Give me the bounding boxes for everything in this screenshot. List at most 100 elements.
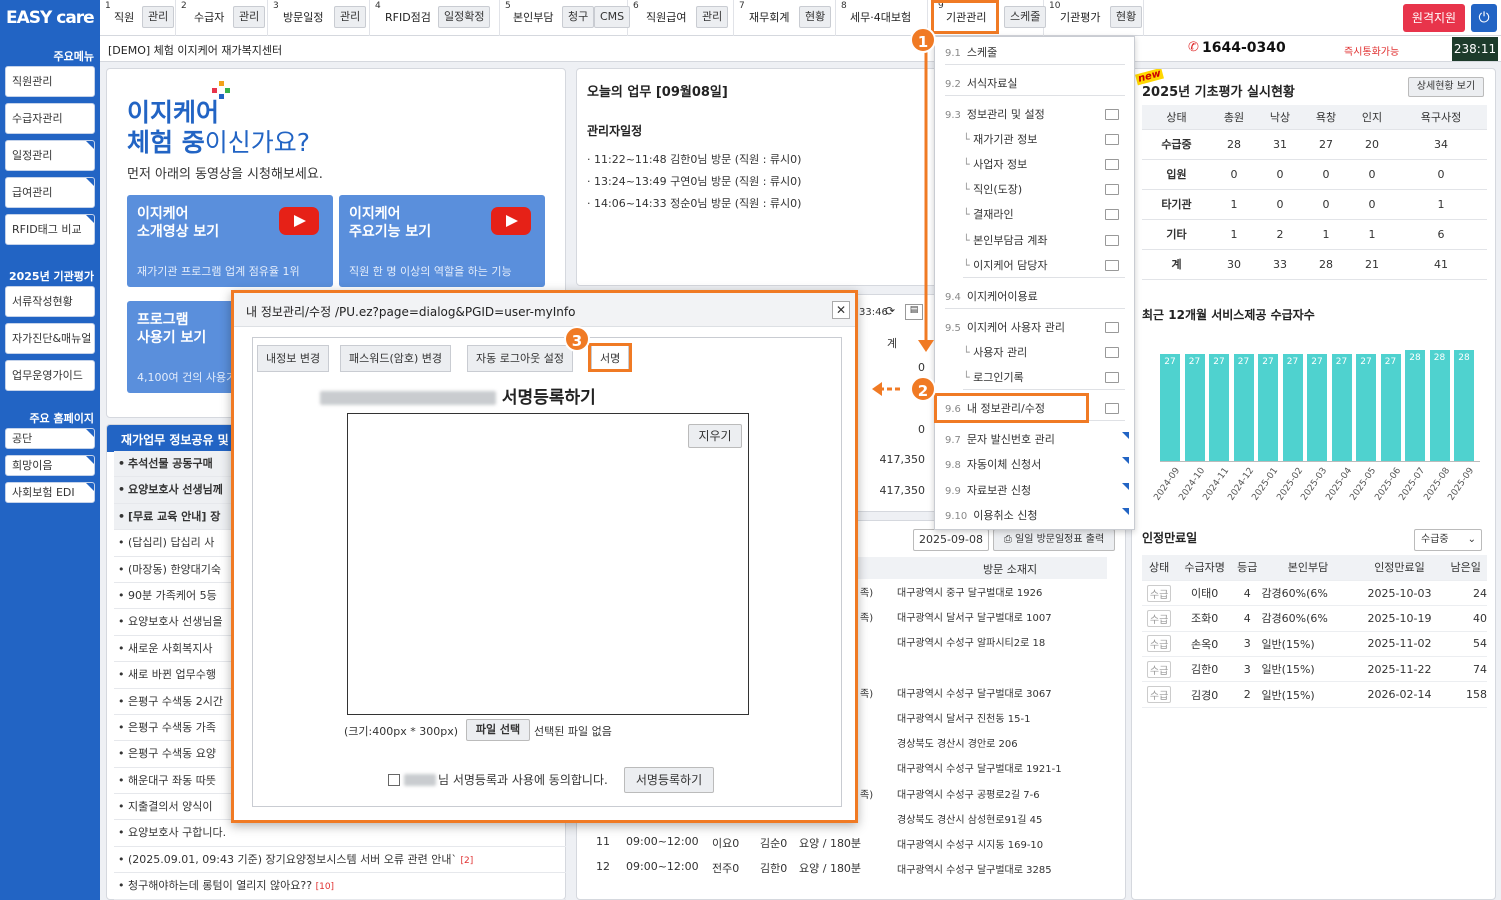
sidebar-link-hope[interactable]: 희망이음 (5, 455, 95, 476)
cert-filter-select[interactable]: 수급중 ⌄ (1414, 529, 1482, 551)
cert-row[interactable]: 수급 김경0 2 일반(15%) 2026-02-14 158 (1142, 681, 1487, 708)
dropdown-item[interactable]: └ 로그인기록 (963, 366, 1125, 390)
menu-btn-cms[interactable]: CMS (594, 6, 631, 28)
dropdown-item[interactable]: └ 이지케어 담당자 (963, 254, 1125, 278)
window-icon[interactable] (1105, 235, 1119, 246)
eval-detail-button[interactable]: 상세현황 보기 (1408, 77, 1484, 97)
window-icon[interactable] (1105, 159, 1119, 170)
cert-row[interactable]: 수급 조화0 4 감경60%(6% 2025-10-19 40 (1142, 605, 1487, 632)
menu-label[interactable]: 재무회계 (749, 9, 789, 25)
dropdown-item[interactable]: 9.3 정보관리 및 설정 (945, 103, 1125, 127)
menu-btn-accounting[interactable]: 현황 (799, 6, 832, 28)
menu-label[interactable]: 방문일정 (283, 9, 323, 25)
menu-label[interactable]: 기관평가 (1060, 9, 1100, 25)
sidebar-link-edi[interactable]: 사회보험 EDI (5, 482, 95, 503)
print-icon[interactable]: ▤ (905, 304, 923, 320)
size-note: (크기:400px * 300px) (344, 725, 458, 738)
cert-row[interactable]: 수급 이태0 4 감경60%(6% 2025-10-03 24 (1142, 580, 1487, 607)
menu-btn-client-manage[interactable]: 관리 (233, 6, 266, 28)
sidebar-item-schedule[interactable]: 일정관리 (5, 140, 95, 171)
menu-label[interactable]: 본인부담 (513, 9, 553, 25)
agree-checkbox[interactable] (388, 774, 400, 786)
youtube-play-icon[interactable] (279, 207, 319, 235)
dropdown-item[interactable]: 9.10 이용취소 신청 (945, 504, 1129, 528)
menu-label[interactable]: 수급자 (194, 9, 224, 25)
schedule-row[interactable]: 12 09:00~12:00 전주0 김한0 요양 / 180분 (588, 855, 1110, 880)
sidebar-link-nhis[interactable]: 공단 (5, 428, 95, 449)
sidebar-item-rfid[interactable]: RFID태그 비교 (5, 214, 95, 245)
dropdown-item[interactable]: 9.2 서식자료실 (945, 72, 1125, 96)
cert-header: 상태 (1142, 555, 1177, 581)
dropdown-item[interactable]: 9.7 문자 발신번호 관리 (945, 428, 1129, 452)
window-icon[interactable] (1105, 322, 1119, 333)
sidebar-item-payroll[interactable]: 급여관리 (5, 177, 95, 208)
remote-support-button[interactable]: 원격지원 (1403, 4, 1465, 32)
sidebar-main-title: 주요메뉴 (53, 50, 94, 63)
dropdown-item[interactable]: └ 재가기관 정보 (963, 128, 1125, 152)
sidebar-item-guide[interactable]: 업무운영가이드 (5, 360, 95, 391)
window-icon[interactable] (1105, 372, 1119, 383)
clear-button[interactable]: 지우기 (688, 424, 742, 448)
corner-marker-icon (1122, 508, 1129, 515)
window-icon[interactable] (1105, 347, 1119, 358)
admin-item[interactable]: · 13:24~13:49 구연0님 방문 (직원 : 류시0) (587, 171, 801, 193)
menu-label[interactable]: 직원 (114, 9, 134, 25)
menu-label[interactable]: RFID점검 (385, 9, 431, 25)
window-icon[interactable] (1105, 134, 1119, 145)
menu-btn-schedule[interactable]: 스케줄 (1004, 6, 1047, 28)
signature-canvas[interactable]: 지우기 (347, 413, 749, 715)
close-icon[interactable]: ✕ (832, 301, 850, 319)
menu-btn-eval[interactable]: 현황 (1110, 6, 1143, 28)
notice-item[interactable]: 요양보호사 구합니다. (114, 820, 566, 847)
promo-card-intro[interactable]: 이지케어 소개영상 보기 재가기관 프로그램 업계 점유율 1위 (127, 195, 333, 287)
dropdown-item[interactable]: └ 결재라인 (963, 203, 1125, 227)
refresh-icon[interactable]: ⟳ (885, 304, 895, 318)
relation-suffix: 족) (860, 688, 874, 700)
schedule-row[interactable]: 11 09:00~12:00 이요0 김순0 요양 / 180분 (588, 830, 1110, 855)
callout-3: 3 (564, 326, 590, 352)
window-icon[interactable] (1105, 209, 1119, 220)
sidebar-item-docs[interactable]: 서류작성현황 (5, 286, 95, 317)
tab-auto-logout[interactable]: 자동 로그아웃 설정 (467, 345, 573, 372)
dropdown-item[interactable]: 9.8 자동이체 신청서 (945, 453, 1129, 477)
sidebar-item-selfcheck[interactable]: 자가진단&매뉴얼 (5, 323, 95, 354)
dropdown-item[interactable]: └ 사용자 관리 (963, 341, 1125, 365)
promo-card-features[interactable]: 이지케어 주요기능 보기 직원 한 명 이상의 역할을 하는 기능 (339, 195, 545, 287)
sidebar-item-staff[interactable]: 직원관리 (5, 66, 95, 97)
admin-item[interactable]: · 11:22~11:48 김한0님 방문 (직원 : 류시0) (587, 149, 801, 171)
window-icon[interactable] (1105, 109, 1119, 120)
power-icon[interactable]: ⏻ (1471, 4, 1497, 32)
menu-label[interactable]: 세무·4대보험 (850, 9, 911, 25)
menu-label[interactable]: 직원급여 (646, 9, 686, 25)
notice-item[interactable]: 청구해야하는데 롱텀이 열리지 않아요?? [10] (114, 873, 566, 900)
register-signature-button[interactable]: 서명등록하기 (624, 767, 714, 793)
menu-btn-staff-manage[interactable]: 관리 (142, 6, 175, 28)
youtube-play-icon[interactable] (491, 207, 531, 235)
tab-my-info[interactable]: 내정보 변경 (257, 345, 330, 372)
dropdown-item[interactable]: └ 본인부담금 계좌 (963, 229, 1125, 253)
window-icon[interactable] (1105, 184, 1119, 195)
cert-row[interactable]: 수급 손옥0 3 일반(15%) 2025-11-02 54 (1142, 631, 1487, 658)
admin-item[interactable]: · 14:06~14:33 정순0님 방문 (직원 : 류시0) (587, 193, 801, 215)
menu-btn-rfid-confirm[interactable]: 일정확정 (438, 6, 491, 28)
notice-item[interactable]: (2025.09.01, 09:43 기준) 장기요양정보시스템 서버 오류 관… (114, 847, 566, 874)
window-icon[interactable] (1105, 260, 1119, 271)
dropdown-item[interactable]: 9.9 자료보관 신청 (945, 479, 1129, 503)
sidebar-item-clients[interactable]: 수급자관리 (5, 103, 95, 134)
menu-btn-visit-manage[interactable]: 관리 (334, 6, 367, 28)
dropdown-item[interactable]: 9.1 스케줄 (945, 41, 1125, 65)
schedule-date[interactable]: 2025-09-08 (913, 529, 989, 551)
dropdown-item[interactable]: 9.5 이지케어 사용자 관리 (945, 316, 1125, 340)
file-select-button[interactable]: 파일 선택 (466, 719, 530, 741)
dropdown-item[interactable]: └ 사업자 정보 (963, 153, 1125, 177)
easycare-logo[interactable]: EASY care (0, 0, 100, 36)
cert-status: 수급 (1142, 681, 1177, 708)
tab-password[interactable]: 패스워드(암호) 변경 (340, 345, 452, 372)
dropdown-item[interactable]: 9.4 이지케어이용료 (945, 285, 1125, 309)
cert-row[interactable]: 수급 김한0 3 일반(15%) 2025-11-22 74 (1142, 656, 1487, 683)
daily-print-button[interactable]: ⎙ 일일 방문일정표 출력 (993, 529, 1115, 551)
menu-btn-payroll[interactable]: 관리 (696, 6, 729, 28)
dropdown-item[interactable]: └ 직인(도장) (963, 178, 1125, 202)
menu-btn-claim[interactable]: 청구 (562, 6, 595, 28)
window-icon[interactable] (1105, 403, 1119, 414)
